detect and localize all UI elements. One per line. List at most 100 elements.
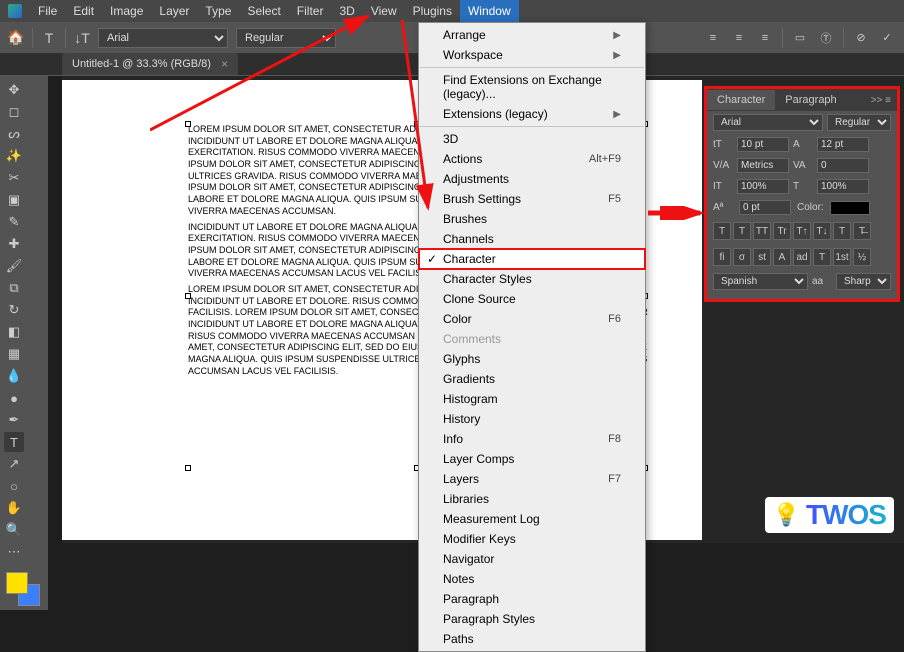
font-family-select[interactable]: Arial bbox=[713, 114, 823, 131]
opentype-button-1[interactable]: σ bbox=[733, 248, 751, 266]
tab-paragraph[interactable]: Paragraph bbox=[775, 90, 846, 110]
menu-item-history[interactable]: History bbox=[419, 409, 645, 429]
opentype-button-4[interactable]: ad bbox=[793, 248, 811, 266]
font-size-input[interactable] bbox=[737, 137, 789, 152]
style-button-7[interactable]: T̶ bbox=[853, 222, 871, 240]
warp-text-icon[interactable]: Ⓣ bbox=[817, 29, 835, 47]
align-center-icon[interactable]: ≡ bbox=[730, 29, 748, 47]
history-brush-icon[interactable]: ↻ bbox=[4, 300, 24, 320]
style-button-1[interactable]: T bbox=[733, 222, 751, 240]
menu-item-channels[interactable]: Channels bbox=[419, 229, 645, 249]
eraser-tool-icon[interactable]: ◧ bbox=[4, 322, 24, 342]
font-style-select[interactable]: Regular bbox=[827, 114, 891, 131]
marquee-tool-icon[interactable]: ◻ bbox=[4, 102, 24, 122]
style-button-4[interactable]: T↑ bbox=[793, 222, 811, 240]
move-tool-icon[interactable]: ✥ bbox=[4, 80, 24, 100]
tab-character[interactable]: Character bbox=[707, 90, 775, 110]
color-swatches[interactable] bbox=[4, 570, 44, 606]
style-button-0[interactable]: T bbox=[713, 222, 731, 240]
text-orientation-icon[interactable]: ↓T bbox=[74, 30, 90, 46]
language-select[interactable]: Spanish bbox=[713, 273, 808, 290]
opentype-button-3[interactable]: A bbox=[773, 248, 791, 266]
menu-item-actions[interactable]: ActionsAlt+F9 bbox=[419, 149, 645, 169]
menu-image[interactable]: Image bbox=[102, 0, 151, 22]
menu-edit[interactable]: Edit bbox=[65, 0, 102, 22]
text-panel-icon[interactable]: ▭ bbox=[791, 29, 809, 47]
menu-item-info[interactable]: InfoF8 bbox=[419, 429, 645, 449]
align-right-icon[interactable]: ≡ bbox=[756, 29, 774, 47]
commit-icon[interactable]: ✓ bbox=[878, 29, 896, 47]
menu-item-paragraph-styles[interactable]: Paragraph Styles bbox=[419, 609, 645, 629]
baseline-input[interactable] bbox=[739, 200, 791, 215]
gradient-tool-icon[interactable]: ▦ bbox=[4, 344, 24, 364]
leading-input[interactable] bbox=[817, 137, 869, 152]
menu-item-clone-source[interactable]: Clone Source bbox=[419, 289, 645, 309]
menu-item-notes[interactable]: Notes bbox=[419, 569, 645, 589]
menu-item-layers[interactable]: LayersF7 bbox=[419, 469, 645, 489]
opentype-button-5[interactable]: T bbox=[813, 248, 831, 266]
menu-item-workspace[interactable]: Workspace▶ bbox=[419, 45, 645, 65]
antialias-select[interactable]: Sharp bbox=[836, 273, 891, 290]
kerning-input[interactable] bbox=[737, 158, 789, 173]
opentype-button-2[interactable]: st bbox=[753, 248, 771, 266]
menu-window[interactable]: Window bbox=[460, 0, 519, 22]
menu-item-extensions-legacy-[interactable]: Extensions (legacy)▶ bbox=[419, 104, 645, 124]
home-icon[interactable]: 🏠 bbox=[8, 30, 24, 46]
vscale-input[interactable] bbox=[737, 179, 789, 194]
menu-item-paragraph[interactable]: Paragraph bbox=[419, 589, 645, 609]
style-button-2[interactable]: TT bbox=[753, 222, 771, 240]
menu-item-adjustments[interactable]: Adjustments bbox=[419, 169, 645, 189]
menu-file[interactable]: File bbox=[30, 0, 65, 22]
opentype-button-7[interactable]: ½ bbox=[853, 248, 871, 266]
menu-item-measurement-log[interactable]: Measurement Log bbox=[419, 509, 645, 529]
cancel-icon[interactable]: ⊘ bbox=[852, 29, 870, 47]
shape-tool-icon[interactable]: ○ bbox=[4, 476, 24, 496]
heal-tool-icon[interactable]: ✚ bbox=[4, 234, 24, 254]
eyedropper-tool-icon[interactable]: ✎ bbox=[4, 212, 24, 232]
text-tool-icon[interactable]: T bbox=[41, 30, 57, 46]
menu-item-libraries[interactable]: Libraries bbox=[419, 489, 645, 509]
transform-handle[interactable] bbox=[185, 465, 191, 471]
panel-expand-icon[interactable]: >> ≡ bbox=[865, 95, 897, 106]
hscale-input[interactable] bbox=[817, 179, 869, 194]
wand-tool-icon[interactable]: ✨ bbox=[4, 146, 24, 166]
menu-item-3d[interactable]: 3D bbox=[419, 129, 645, 149]
menu-item-brushes[interactable]: Brushes bbox=[419, 209, 645, 229]
align-left-icon[interactable]: ≡ bbox=[704, 29, 722, 47]
menu-item-glyphs[interactable]: Glyphs bbox=[419, 349, 645, 369]
more-tools-icon[interactable]: ⋯ bbox=[4, 542, 24, 562]
menu-item-modifier-keys[interactable]: Modifier Keys bbox=[419, 529, 645, 549]
menu-item-layer-comps[interactable]: Layer Comps bbox=[419, 449, 645, 469]
path-tool-icon[interactable]: ↗ bbox=[4, 454, 24, 474]
menu-item-histogram[interactable]: Histogram bbox=[419, 389, 645, 409]
menu-item-navigator[interactable]: Navigator bbox=[419, 549, 645, 569]
foreground-swatch[interactable] bbox=[6, 572, 28, 594]
dodge-tool-icon[interactable]: ● bbox=[4, 388, 24, 408]
frame-tool-icon[interactable]: ▣ bbox=[4, 190, 24, 210]
brush-tool-icon[interactable]: 🖌 bbox=[4, 256, 24, 276]
menu-item-paths[interactable]: Paths bbox=[419, 629, 645, 649]
menu-item-brush-settings[interactable]: Brush SettingsF5 bbox=[419, 189, 645, 209]
hand-tool-icon[interactable]: ✋ bbox=[4, 498, 24, 518]
zoom-tool-icon[interactable]: 🔍 bbox=[4, 520, 24, 540]
crop-tool-icon[interactable]: ✂ bbox=[4, 168, 24, 188]
menu-item-find-extensions-on-exchange-legacy-[interactable]: Find Extensions on Exchange (legacy)... bbox=[419, 70, 645, 104]
style-button-6[interactable]: T bbox=[833, 222, 851, 240]
menu-item-gradients[interactable]: Gradients bbox=[419, 369, 645, 389]
menu-item-color[interactable]: ColorF6 bbox=[419, 309, 645, 329]
opentype-button-0[interactable]: fi bbox=[713, 248, 731, 266]
opentype-button-6[interactable]: 1st bbox=[833, 248, 851, 266]
pen-tool-icon[interactable]: ✒ bbox=[4, 410, 24, 430]
lasso-tool-icon[interactable]: ᔕ bbox=[4, 124, 24, 144]
tracking-input[interactable] bbox=[817, 158, 869, 173]
transform-handle[interactable] bbox=[185, 293, 191, 299]
stamp-tool-icon[interactable]: ⧉ bbox=[4, 278, 24, 298]
style-button-5[interactable]: T↓ bbox=[813, 222, 831, 240]
blur-tool-icon[interactable]: 💧 bbox=[4, 366, 24, 386]
menu-item-character[interactable]: ✓Character bbox=[419, 249, 645, 269]
menu-item-character-styles[interactable]: Character Styles bbox=[419, 269, 645, 289]
type-tool-icon[interactable]: T bbox=[4, 432, 24, 452]
text-color-swatch[interactable] bbox=[830, 201, 870, 215]
menu-item-arrange[interactable]: Arrange▶ bbox=[419, 25, 645, 45]
style-button-3[interactable]: Tr bbox=[773, 222, 791, 240]
